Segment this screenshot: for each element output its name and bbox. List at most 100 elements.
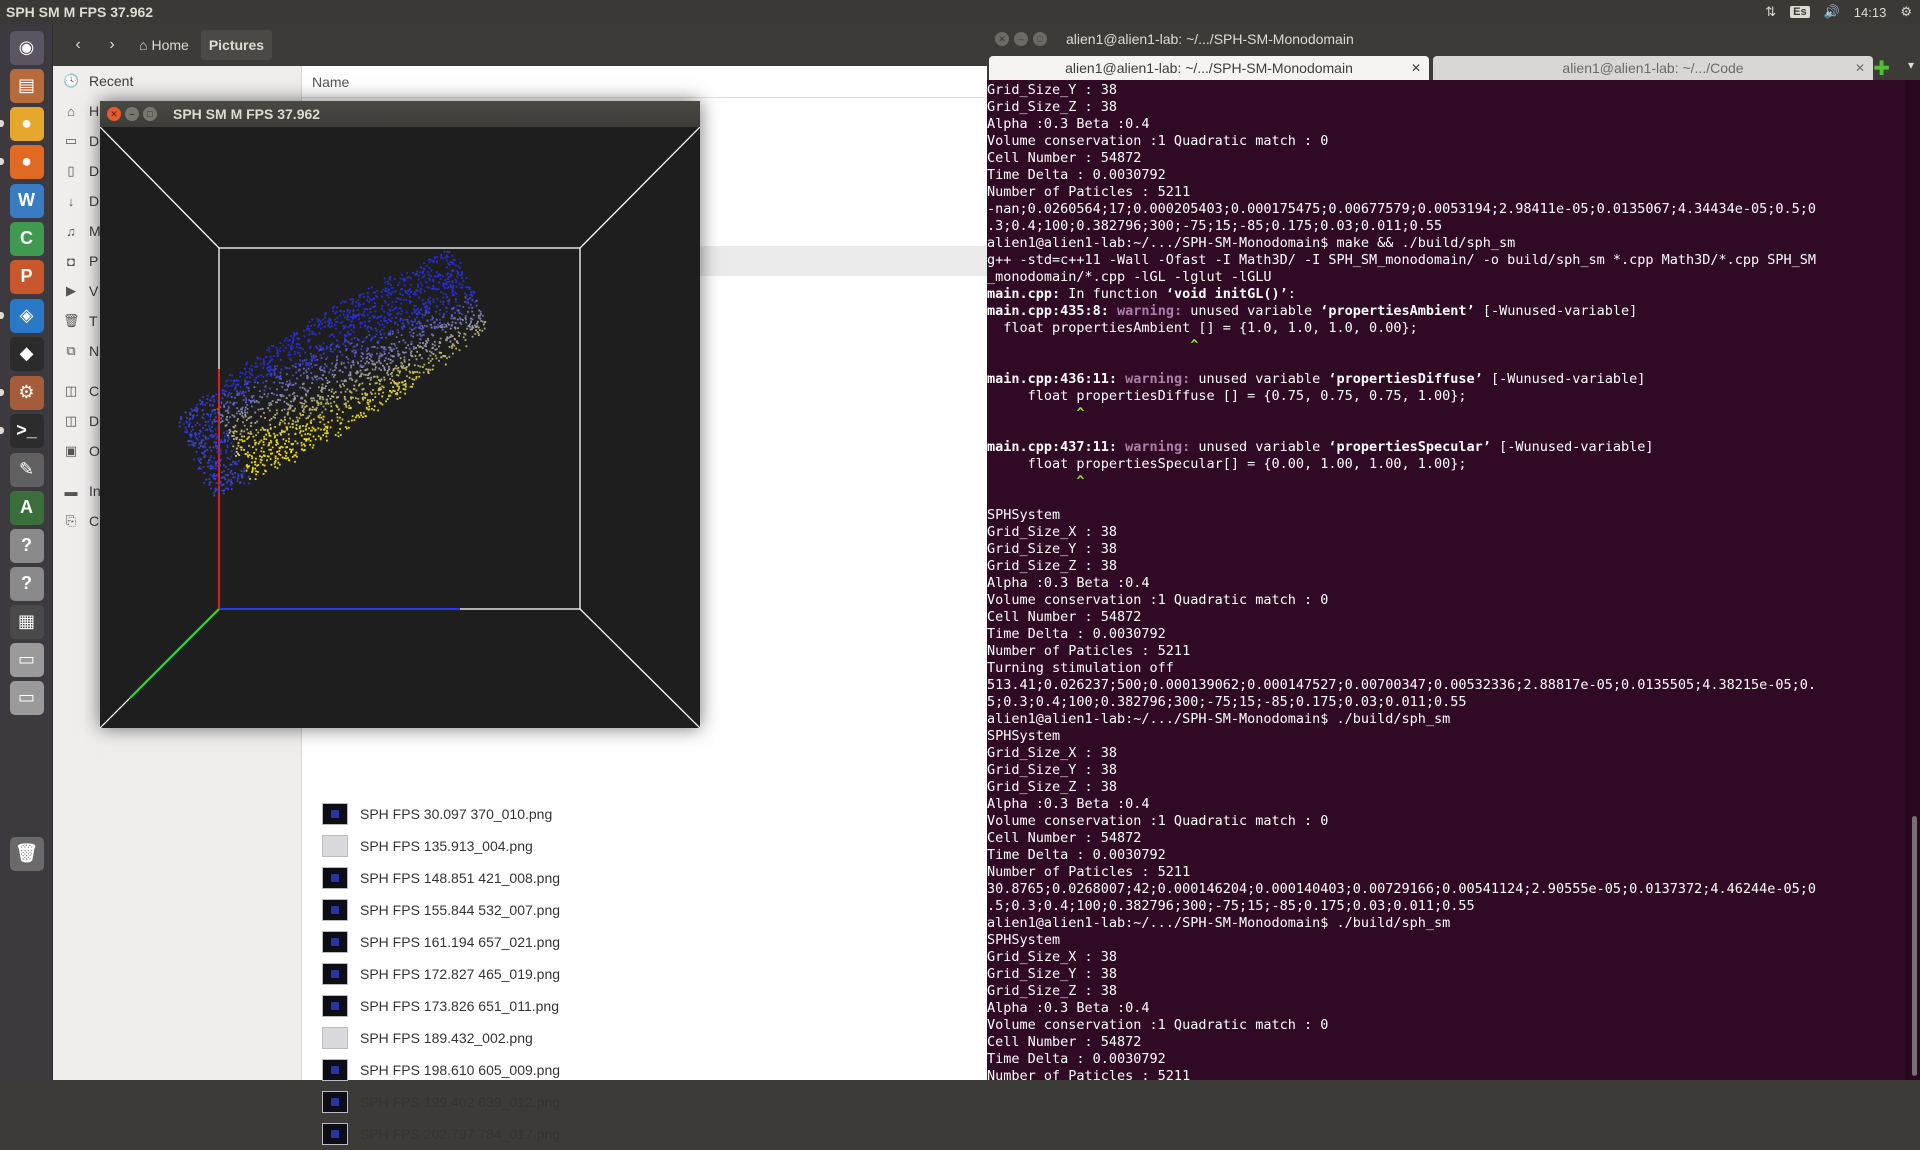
- launcher-software-updater[interactable]: A: [5, 486, 48, 529]
- list-item[interactable]: SPH FPS 135.913_004.png: [322, 830, 533, 862]
- launcher-drive-1[interactable]: ▭: [5, 638, 48, 681]
- minimize-icon[interactable]: –: [125, 107, 139, 121]
- terminal-scrollbar[interactable]: [1905, 80, 1920, 1080]
- sidebar-item[interactable]: 🗑 T: [53, 306, 98, 336]
- close-icon[interactable]: ✕: [107, 107, 121, 121]
- tab-menu-chevron-down-icon[interactable]: ▾: [1908, 58, 1914, 72]
- launcher-workspace-switcher[interactable]: ▦: [5, 600, 48, 643]
- terminal-output[interactable]: Grid_Size_Y : 38 Grid_Size_Z : 38 Alpha :0…: [987, 80, 1905, 1080]
- sidebar-item[interactable]: ⌂ H: [53, 96, 99, 126]
- keyboard-layout-indicator[interactable]: Es: [1790, 6, 1810, 18]
- launcher-calc[interactable]: C: [5, 217, 48, 260]
- sph-viewport[interactable]: [100, 127, 700, 728]
- sidebar-item[interactable]: ◫ C: [53, 376, 99, 406]
- close-icon[interactable]: ✕: [1411, 61, 1421, 75]
- gear-icon[interactable]: ⚙: [1900, 4, 1912, 20]
- particle: [448, 299, 451, 301]
- launcher-drive-2[interactable]: ▭: [5, 676, 48, 719]
- breadcrumb-pictures[interactable]: Pictures: [200, 30, 273, 60]
- scrollbar-thumb[interactable]: [1912, 816, 1917, 1076]
- sidebar-item[interactable]: ▣ O: [53, 436, 100, 466]
- particle: [243, 424, 246, 427]
- particle: [303, 329, 305, 332]
- close-icon[interactable]: ✕: [995, 32, 1009, 46]
- launcher-trash[interactable]: 🗑: [5, 832, 48, 875]
- launcher-unknown-2[interactable]: ?: [5, 562, 48, 605]
- particle: [214, 412, 216, 415]
- launcher-dash[interactable]: ◉: [5, 26, 48, 69]
- list-item[interactable]: SPH FPS 199.402 639_012.png: [322, 1086, 560, 1118]
- particle: [263, 393, 266, 396]
- list-item[interactable]: SPH FPS 161.194 657_021.png: [322, 926, 560, 958]
- particle: [234, 396, 236, 399]
- list-item[interactable]: SPH FPS 148.851 421_008.png: [322, 862, 560, 894]
- launcher-terminal[interactable]: >_: [5, 409, 48, 452]
- sidebar-item[interactable]: ▶ V: [53, 276, 98, 306]
- particle: [395, 365, 398, 367]
- terminal-window[interactable]: ✕ – □ alien1@alien1-lab: ~/.../SPH-SM-Mo…: [987, 24, 1920, 1080]
- new-tab-plus-icon[interactable]: ✚: [1873, 56, 1890, 81]
- launcher-writer[interactable]: W: [5, 179, 48, 222]
- close-icon[interactable]: ✕: [1855, 61, 1865, 75]
- launcher-unity[interactable]: ◆: [5, 332, 48, 375]
- particle: [398, 340, 401, 343]
- list-item[interactable]: SPH FPS 189.432_002.png: [322, 1022, 533, 1054]
- particle: [341, 353, 344, 356]
- launcher-settings[interactable]: ⚙: [5, 371, 48, 414]
- particle: [386, 398, 389, 400]
- particle: [389, 394, 392, 397]
- particle: [443, 323, 446, 326]
- terminal-text: Time Delta : 0.0030792: [987, 1051, 1166, 1067]
- particle: [276, 434, 279, 436]
- sidebar-item[interactable]: ▯ D: [53, 156, 99, 186]
- sidebar-item[interactable]: ↓ D: [53, 186, 99, 216]
- launcher-firefox[interactable]: ●: [5, 140, 48, 183]
- back-button[interactable]: ‹: [63, 30, 93, 60]
- sidebar-item[interactable]: 🕓 Recent: [53, 66, 133, 96]
- breadcrumb-home[interactable]: ⌂ Home: [131, 30, 197, 60]
- particle: [260, 447, 263, 449]
- particle: [415, 305, 417, 307]
- network-icon[interactable]: ⇅: [1765, 4, 1776, 20]
- terminal-tab-code[interactable]: alien1@alien1-lab: ~/.../Code ✕: [1433, 56, 1873, 80]
- list-item[interactable]: SPH FPS 155.844 532_007.png: [322, 894, 560, 926]
- launcher-chrome[interactable]: ●: [5, 102, 48, 145]
- particle: [444, 279, 447, 281]
- volume-icon[interactable]: 🔊: [1824, 4, 1840, 20]
- list-item[interactable]: SPH FPS 173.826 651_011.png: [322, 990, 559, 1022]
- launcher-impress[interactable]: P: [5, 255, 48, 298]
- column-header-name[interactable]: Name: [302, 66, 987, 98]
- sidebar-item[interactable]: ⧉ N: [53, 336, 99, 366]
- launcher-unknown-1[interactable]: ?: [5, 524, 48, 567]
- sidebar-item[interactable]: ♫ M: [53, 216, 101, 246]
- sidebar-item[interactable]: ◫ D: [53, 406, 99, 436]
- sph-window-titlebar[interactable]: ✕ – □ SPH SM M FPS 37.962: [100, 101, 700, 127]
- sidebar-item[interactable]: ⎘ C: [53, 506, 99, 536]
- particle: [407, 344, 409, 347]
- list-item[interactable]: SPH FPS 172.827 465_019.png: [322, 958, 560, 990]
- list-item[interactable]: SPH FPS 30.097 370_010.png: [322, 798, 552, 830]
- sidebar-item[interactable]: ▬ In: [53, 476, 101, 506]
- minimize-icon[interactable]: –: [1014, 32, 1028, 46]
- particle: [335, 404, 338, 407]
- terminal-tab-monodomain[interactable]: alien1@alien1-lab: ~/.../SPH-SM-Monodoma…: [989, 56, 1429, 80]
- launcher-vscode[interactable]: ◈: [5, 294, 48, 337]
- sph-render-window[interactable]: ✕ – □ SPH SM M FPS 37.962: [100, 101, 700, 728]
- terminal-titlebar[interactable]: ✕ – □ alien1@alien1-lab: ~/.../SPH-SM-Mo…: [987, 24, 1920, 54]
- list-item[interactable]: SPH FPS 202.797 784_017.png: [322, 1118, 560, 1150]
- clock[interactable]: 14:13: [1854, 5, 1887, 20]
- launcher-files[interactable]: ▤: [5, 64, 48, 107]
- maximize-icon[interactable]: □: [143, 107, 157, 121]
- particle: [358, 416, 361, 419]
- maximize-icon[interactable]: □: [1033, 32, 1047, 46]
- forward-button[interactable]: ›: [97, 30, 127, 60]
- particle: [208, 478, 211, 481]
- particle: [312, 427, 315, 430]
- sidebar-item[interactable]: ◘ P: [53, 246, 98, 276]
- particle: [362, 292, 365, 295]
- particle: [279, 399, 282, 401]
- list-item[interactable]: SPH FPS 198.610 605_009.png: [322, 1054, 560, 1086]
- particle: [331, 342, 334, 345]
- sidebar-item[interactable]: ▭ D: [53, 126, 99, 156]
- launcher-text-editor[interactable]: ✎: [5, 448, 48, 491]
